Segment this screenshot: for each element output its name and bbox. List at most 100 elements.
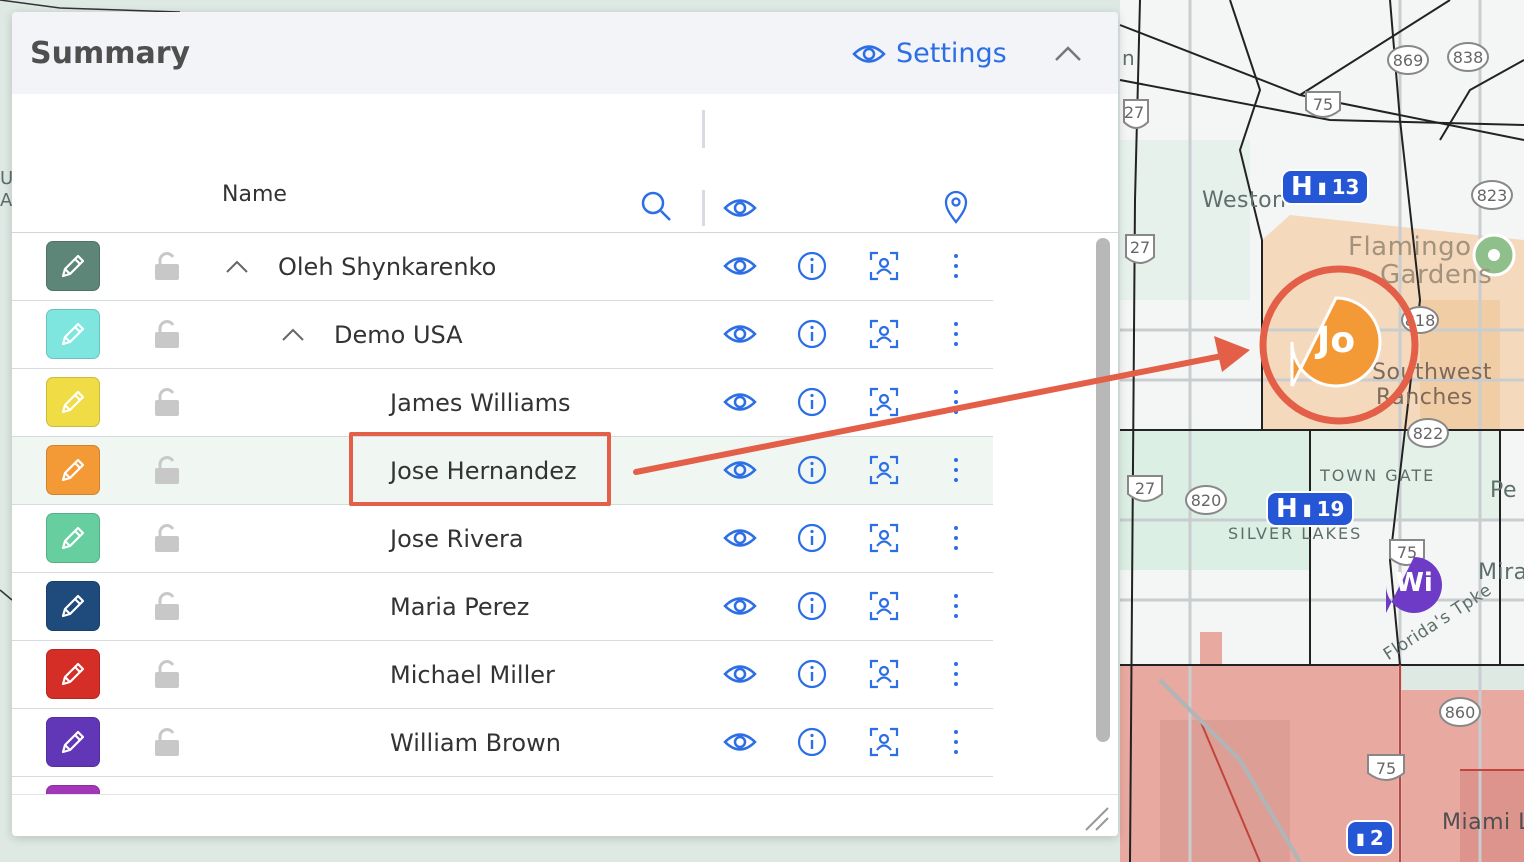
row-name[interactable]: Oleh Shynkarenko bbox=[278, 253, 496, 281]
color-edit-button[interactable] bbox=[46, 309, 100, 359]
eye-icon[interactable] bbox=[722, 657, 758, 691]
svg-text:27: 27 bbox=[1135, 479, 1155, 498]
pencil-icon bbox=[61, 730, 85, 754]
tree-row[interactable]: Jose Hernandez bbox=[12, 437, 993, 505]
focus-person-icon[interactable] bbox=[866, 725, 902, 759]
lock-open-icon[interactable] bbox=[152, 387, 182, 417]
color-edit-button[interactable] bbox=[46, 513, 100, 563]
map-label-miami: Miami L bbox=[1442, 810, 1524, 835]
row-name[interactable]: Maria Perez bbox=[390, 593, 529, 621]
location-pin-icon[interactable] bbox=[944, 190, 968, 224]
focus-person-icon[interactable] bbox=[866, 521, 902, 555]
map-label-pe: Pe bbox=[1490, 478, 1518, 503]
svg-text:869: 869 bbox=[1393, 51, 1424, 70]
tree-row[interactable]: Oleh Shynkarenko bbox=[12, 233, 993, 301]
summary-panel: Summary Settings Name Oleh Shynkarenko De… bbox=[12, 12, 1118, 836]
info-icon[interactable] bbox=[794, 589, 830, 623]
info-icon[interactable] bbox=[794, 725, 830, 759]
eye-icon[interactable] bbox=[722, 725, 758, 759]
lock-open-icon[interactable] bbox=[152, 727, 182, 757]
tree-row[interactable]: James Williams bbox=[12, 369, 993, 437]
marker-jo[interactable]: Jo bbox=[1292, 320, 1380, 361]
more-vertical-icon[interactable] bbox=[938, 589, 974, 623]
tree-row[interactable]: Maria Perez bbox=[12, 573, 993, 641]
eye-icon[interactable] bbox=[722, 249, 758, 283]
info-icon[interactable] bbox=[794, 453, 830, 487]
panel-footer bbox=[12, 794, 1118, 836]
lock-open-icon[interactable] bbox=[152, 455, 182, 485]
focus-person-icon[interactable] bbox=[866, 385, 902, 419]
eye-icon[interactable] bbox=[722, 589, 758, 623]
color-edit-button[interactable] bbox=[46, 717, 100, 767]
more-vertical-icon[interactable] bbox=[938, 521, 974, 555]
row-name[interactable]: Jose Hernandez bbox=[390, 457, 577, 485]
lock-open-icon[interactable] bbox=[152, 591, 182, 621]
tree-row[interactable] bbox=[12, 777, 993, 795]
eye-icon[interactable] bbox=[722, 385, 758, 419]
more-vertical-icon[interactable] bbox=[938, 317, 974, 351]
settings-button[interactable]: Settings bbox=[852, 38, 1007, 69]
row-name[interactable]: Demo USA bbox=[334, 321, 463, 349]
chevron-up-icon[interactable] bbox=[1052, 40, 1084, 68]
chevron-up-icon[interactable] bbox=[224, 257, 250, 277]
svg-text:820: 820 bbox=[1191, 491, 1222, 510]
column-name-header[interactable]: Name bbox=[222, 182, 287, 207]
focus-person-icon[interactable] bbox=[866, 249, 902, 283]
svg-text:838: 838 bbox=[1453, 48, 1484, 67]
building-icon: ▮ bbox=[1356, 828, 1365, 848]
more-vertical-icon[interactable] bbox=[938, 453, 974, 487]
color-edit-button[interactable] bbox=[46, 649, 100, 699]
tree-row[interactable]: Demo USA bbox=[12, 301, 993, 369]
color-edit-button[interactable] bbox=[46, 377, 100, 427]
pencil-icon bbox=[61, 662, 85, 686]
tree-row[interactable]: William Brown bbox=[12, 709, 993, 777]
lock-open-icon[interactable] bbox=[152, 319, 182, 349]
svg-text:818: 818 bbox=[1405, 311, 1436, 330]
info-icon[interactable] bbox=[794, 249, 830, 283]
eye-icon[interactable] bbox=[722, 317, 758, 351]
pencil-icon bbox=[61, 594, 85, 618]
focus-person-icon[interactable] bbox=[866, 453, 902, 487]
lock-open-icon[interactable] bbox=[152, 659, 182, 689]
info-icon[interactable] bbox=[794, 521, 830, 555]
tree-row[interactable]: Jose Rivera bbox=[12, 505, 993, 573]
column-divider[interactable] bbox=[702, 190, 705, 226]
row-name[interactable]: Jose Rivera bbox=[390, 525, 524, 553]
panel-header: Summary Settings bbox=[12, 12, 1118, 94]
row-name[interactable]: William Brown bbox=[390, 729, 561, 757]
color-edit-button[interactable] bbox=[46, 445, 100, 495]
color-edit-button[interactable] bbox=[46, 241, 100, 291]
resize-handle-icon[interactable] bbox=[1082, 804, 1110, 832]
lock-open-icon[interactable] bbox=[152, 251, 182, 281]
more-vertical-icon[interactable] bbox=[938, 385, 974, 419]
more-vertical-icon[interactable] bbox=[938, 725, 974, 759]
row-name[interactable]: James Williams bbox=[390, 389, 571, 417]
hospital-badge[interactable]: H ▮ 13 bbox=[1283, 171, 1368, 203]
cluster-badge[interactable]: ▮ 2 bbox=[1348, 822, 1392, 854]
eye-icon[interactable] bbox=[722, 453, 758, 487]
row-name[interactable]: Michael Miller bbox=[390, 661, 555, 689]
eye-icon bbox=[852, 44, 886, 63]
column-divider[interactable] bbox=[702, 110, 705, 148]
more-vertical-icon[interactable] bbox=[938, 657, 974, 691]
hospital-badge[interactable]: H ▮ 19 bbox=[1268, 493, 1353, 525]
svg-text:860: 860 bbox=[1445, 703, 1476, 722]
lock-open-icon[interactable] bbox=[152, 523, 182, 553]
info-icon[interactable] bbox=[794, 657, 830, 691]
focus-person-icon[interactable] bbox=[866, 317, 902, 351]
info-icon[interactable] bbox=[794, 385, 830, 419]
focus-person-icon[interactable] bbox=[866, 657, 902, 691]
info-icon[interactable] bbox=[794, 317, 830, 351]
focus-person-icon[interactable] bbox=[866, 589, 902, 623]
search-icon[interactable] bbox=[640, 190, 672, 222]
more-vertical-icon[interactable] bbox=[938, 249, 974, 283]
marker-wi[interactable]: Wi bbox=[1392, 568, 1436, 598]
eye-icon[interactable] bbox=[723, 197, 757, 219]
chevron-up-icon[interactable] bbox=[280, 325, 306, 345]
scrollbar[interactable] bbox=[1096, 238, 1110, 742]
eye-icon[interactable] bbox=[722, 521, 758, 555]
tree-row[interactable]: Michael Miller bbox=[12, 641, 993, 709]
map-label-town-gate: TOWN GATE bbox=[1320, 466, 1436, 485]
svg-text:75: 75 bbox=[1313, 95, 1333, 114]
color-edit-button[interactable] bbox=[46, 581, 100, 631]
